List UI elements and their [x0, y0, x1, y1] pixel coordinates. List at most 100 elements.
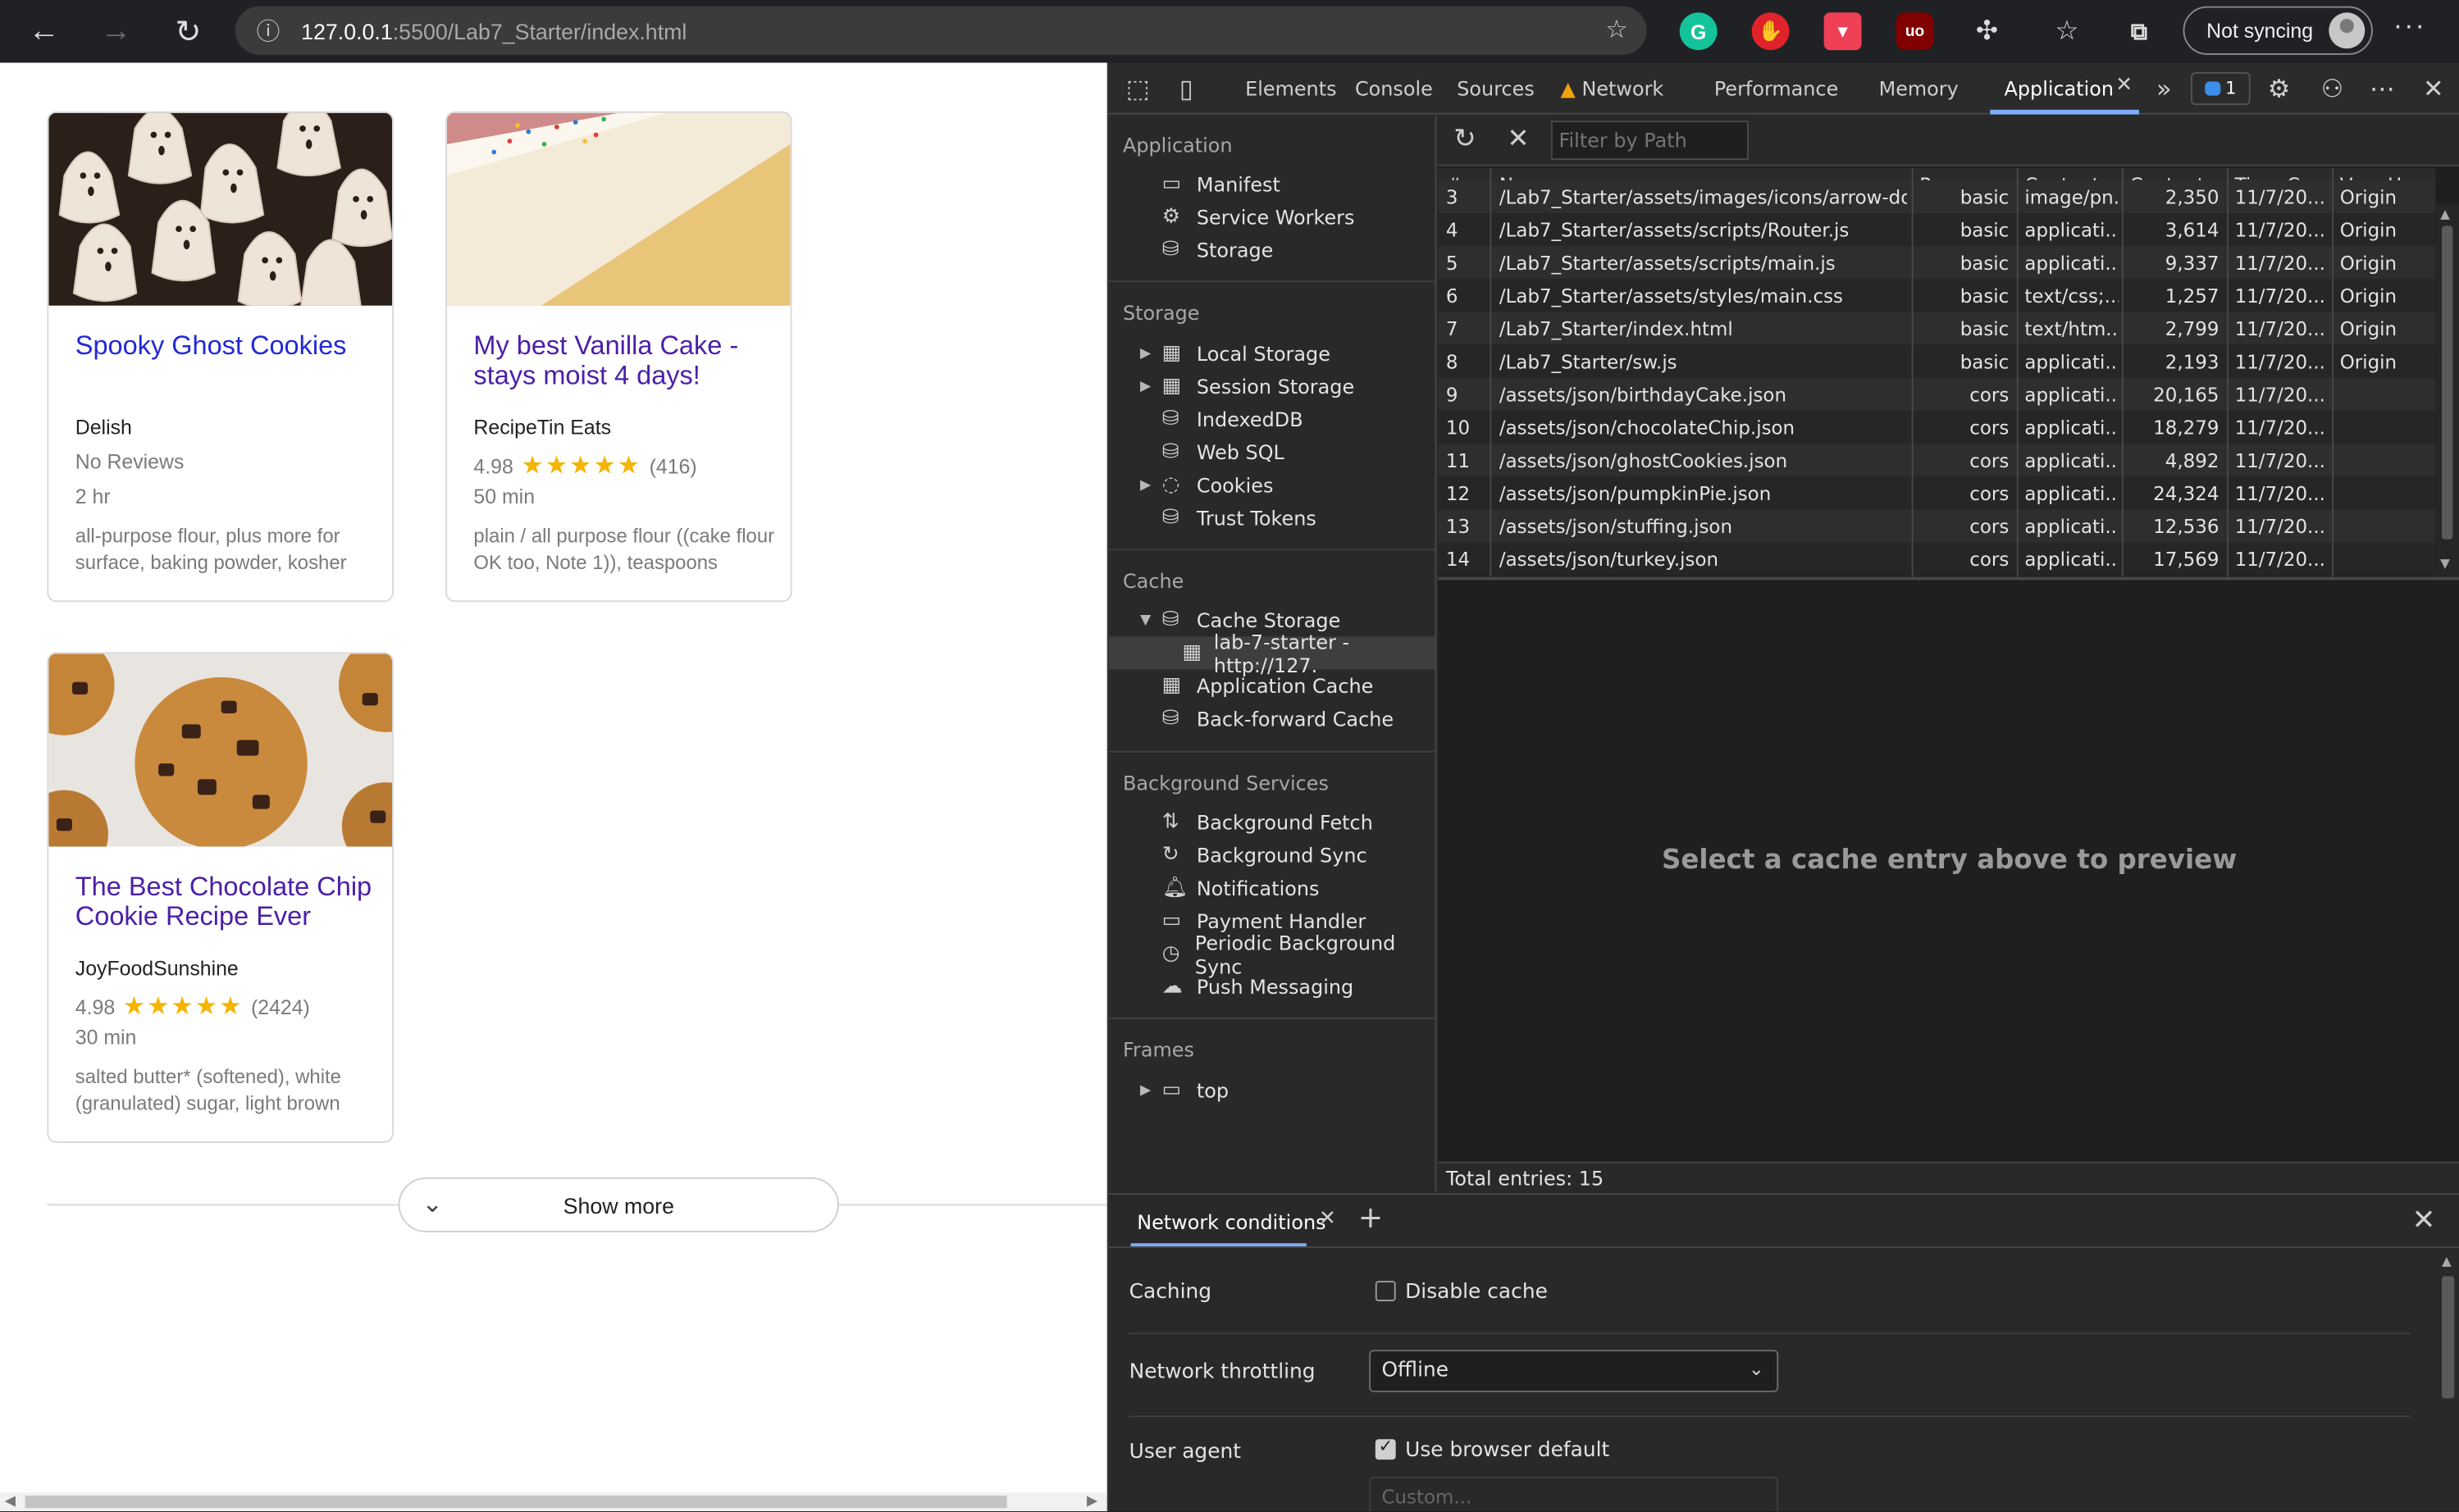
- sidebar-item-back-forward-cache[interactable]: ⛁ Back-forward Cache: [1162, 703, 1435, 736]
- show-more-button[interactable]: ⌄ Show more: [398, 1177, 839, 1232]
- device-toolbar-icon[interactable]: ▯: [1179, 74, 1193, 103]
- sidebar-item-indexeddb[interactable]: ⛁ IndexedDB: [1162, 403, 1435, 435]
- refresh-icon[interactable]: ↻: [152, 0, 224, 62]
- use-browser-default-checkbox[interactable]: [1375, 1436, 1396, 1460]
- close-tab-icon[interactable]: ✕: [1319, 1207, 1336, 1231]
- expand-arrow-icon[interactable]: ▶: [1140, 477, 1151, 493]
- sidebar-item-background-sync[interactable]: ↻ Background Sync: [1162, 839, 1435, 872]
- close-tab-icon[interactable]: ✕: [2115, 74, 2133, 98]
- sidebar-item-top-frame[interactable]: ▶ ▭ top: [1140, 1074, 1435, 1107]
- more-options-icon[interactable]: ···: [2393, 9, 2426, 42]
- sidebar-item-trust-tokens[interactable]: ⛁ Trust Tokens: [1162, 502, 1435, 535]
- scroll-left-icon[interactable]: ◀: [5, 1492, 16, 1510]
- issues-counter[interactable]: 1: [2191, 71, 2251, 106]
- scroll-right-icon[interactable]: ▶: [1087, 1492, 1097, 1510]
- customize-icon[interactable]: ⚇: [2321, 74, 2343, 103]
- sidebar-item-storage[interactable]: ⛁ Storage: [1162, 234, 1435, 266]
- scrollbar-thumb[interactable]: [25, 1496, 1007, 1509]
- sidebar-item-manifest[interactable]: ▭ Manifest: [1162, 168, 1435, 201]
- disable-cache-checkbox[interactable]: [1375, 1281, 1396, 1301]
- recipe-title[interactable]: Spooky Ghost Cookies: [75, 330, 381, 360]
- expand-arrow-icon[interactable]: ▶: [1140, 346, 1151, 362]
- split-divider[interactable]: [1438, 576, 2459, 581]
- sidebar-item-session-storage[interactable]: ▶ ▦ Session Storage: [1140, 370, 1435, 403]
- sidebar-item-background-fetch[interactable]: ⇅ Background Fetch: [1162, 806, 1435, 839]
- tab-console[interactable]: Console: [1355, 77, 1433, 101]
- pocket-extension-icon[interactable]: ▾: [1823, 12, 1862, 51]
- table-row[interactable]: 9/assets/json/birthdayCake.json cors appli…: [1438, 377, 2436, 411]
- expand-arrow-icon[interactable]: ▶: [1140, 379, 1151, 394]
- settings-gear-icon[interactable]: ⚙: [2268, 74, 2290, 103]
- inspect-element-icon[interactable]: ⬚: [1126, 74, 1150, 103]
- scrollbar-thumb[interactable]: [2441, 225, 2453, 540]
- network-throttling-select[interactable]: Offline ⌄: [1369, 1350, 1779, 1392]
- recipe-title[interactable]: The Best Chocolate Chip Cookie Recipe Ev…: [75, 872, 381, 931]
- add-tab-icon[interactable]: +: [1358, 1201, 1383, 1236]
- sidebar-item-periodic-background-sync[interactable]: ◷ Periodic Background Sync: [1162, 931, 1435, 977]
- sidebar-item-local-storage[interactable]: ▶ ▦ Local Storage: [1140, 337, 1435, 370]
- tab-performance[interactable]: Performance: [1714, 77, 1838, 101]
- table-row[interactable]: 5/Lab7_Starter/assets/scripts/main.js bas…: [1438, 246, 2436, 280]
- sidebar-item-service-workers[interactable]: ⚙ Service Workers: [1162, 201, 1435, 234]
- add-favorite-icon[interactable]: ☆: [1605, 14, 1627, 45]
- sidebar-item-application-cache[interactable]: ▦ Application Cache: [1162, 669, 1435, 702]
- custom-user-agent-select[interactable]: Custom...: [1369, 1477, 1779, 1512]
- tab-network-conditions[interactable]: Network conditions: [1137, 1210, 1325, 1234]
- scroll-up-icon[interactable]: ▲: [2442, 1255, 2452, 1268]
- table-row[interactable]: 13/assets/json/stuffing.json cors applicat…: [1438, 509, 2436, 543]
- recipe-title[interactable]: My best Vanilla Cake - stays moist 4 day…: [473, 330, 779, 390]
- recipe-card[interactable]: The Best Chocolate Chip Cookie Recipe Ev…: [47, 652, 394, 1143]
- table-row[interactable]: 7/Lab7_Starter/index.html basic text/htm..…: [1438, 312, 2436, 345]
- recipe-card[interactable]: Spooky Ghost Cookies Delish No Reviews 2…: [47, 111, 394, 603]
- table-row[interactable]: 14/assets/json/turkey.json cors applicati.…: [1438, 542, 2436, 576]
- user-agent-label: User agent: [1129, 1441, 1242, 1464]
- tab-sources[interactable]: Sources: [1457, 77, 1535, 101]
- table-row[interactable]: 10/assets/json/chocolateChip.json cors app…: [1438, 410, 2436, 444]
- table-row[interactable]: 3/Lab7_Starter/assets/images/icons/arrow…: [1438, 180, 2436, 214]
- tab-network[interactable]: ▲ Network: [1560, 77, 1663, 101]
- divider: [1129, 1332, 2411, 1335]
- table-row[interactable]: 6/Lab7_Starter/assets/styles/main.css bas…: [1438, 279, 2436, 312]
- sidebar-item-web-sql[interactable]: ⛁ Web SQL: [1162, 436, 1435, 469]
- collections-icon[interactable]: ⧉: [2120, 12, 2158, 50]
- recipe-card[interactable]: My best Vanilla Cake - stays moist 4 day…: [445, 111, 792, 603]
- forward-icon[interactable]: →: [80, 0, 153, 62]
- favorites-icon[interactable]: ☆: [2048, 12, 2086, 50]
- filter-input[interactable]: [1550, 121, 1749, 161]
- scroll-down-icon[interactable]: ▼: [2440, 557, 2450, 571]
- back-icon[interactable]: ←: [8, 0, 80, 62]
- ublock-extension-icon[interactable]: uo: [1896, 12, 1934, 51]
- collapse-arrow-icon[interactable]: ▼: [1140, 613, 1151, 628]
- more-options-icon[interactable]: ⋯: [2370, 74, 2395, 103]
- extensions-icon[interactable]: ✣: [1969, 12, 2006, 50]
- sidebar-item-cache-entry[interactable]: ▦ lab-7-starter - http://127.: [1108, 630, 1435, 676]
- delete-icon[interactable]: ✕: [1507, 124, 1529, 155]
- refresh-icon[interactable]: ↻: [1453, 124, 1476, 155]
- tab-elements[interactable]: Elements: [1245, 77, 1336, 101]
- profile-sync-button[interactable]: Not syncing: [2183, 6, 2373, 55]
- sidebar-item-notifications[interactable]: 🔔︎ Notifications: [1162, 872, 1435, 904]
- table-row[interactable]: 11/assets/json/ghostCookies.json cors appl…: [1438, 444, 2436, 477]
- close-drawer-icon[interactable]: ✕: [2412, 1204, 2436, 1236]
- table-vertical-scrollbar[interactable]: ▲ ▼: [2435, 203, 2459, 577]
- table-row[interactable]: 8/Lab7_Starter/sw.js basic applicati... 2,1…: [1438, 344, 2436, 378]
- more-tabs-icon[interactable]: »: [2156, 74, 2172, 103]
- tab-memory[interactable]: Memory: [1879, 77, 1959, 101]
- use-browser-default-label[interactable]: Use browser default: [1405, 1439, 1609, 1463]
- scrollbar-thumb[interactable]: [2441, 1276, 2455, 1399]
- grammarly-extension-icon[interactable]: G: [1679, 12, 1718, 51]
- sidebar-item-push-messaging[interactable]: ☁ Push Messaging: [1162, 971, 1435, 1004]
- tab-application[interactable]: Application: [2005, 77, 2115, 101]
- horizontal-scrollbar[interactable]: ◀ ▶: [0, 1492, 1107, 1512]
- drawer-vertical-scrollbar[interactable]: ▲: [2435, 1251, 2459, 1511]
- address-bar[interactable]: ⓘ 127.0.0.1:5500/Lab7_Starter/index.html…: [235, 6, 1647, 55]
- expand-arrow-icon[interactable]: ▶: [1140, 1082, 1151, 1098]
- scroll-up-icon[interactable]: ▲: [2440, 207, 2450, 221]
- site-info-icon[interactable]: ⓘ: [235, 14, 301, 47]
- table-row[interactable]: 4/Lab7_Starter/assets/scripts/Router.js b…: [1438, 213, 2436, 247]
- table-row[interactable]: 12/assets/json/pumpkinPie.json cors applic…: [1438, 476, 2436, 510]
- sidebar-item-cookies[interactable]: ▶ ◌ Cookies: [1140, 469, 1435, 502]
- adblock-extension-icon[interactable]: ✋: [1751, 12, 1790, 51]
- disable-cache-label[interactable]: Disable cache: [1405, 1281, 1548, 1305]
- close-devtools-icon[interactable]: ✕: [2423, 74, 2444, 103]
